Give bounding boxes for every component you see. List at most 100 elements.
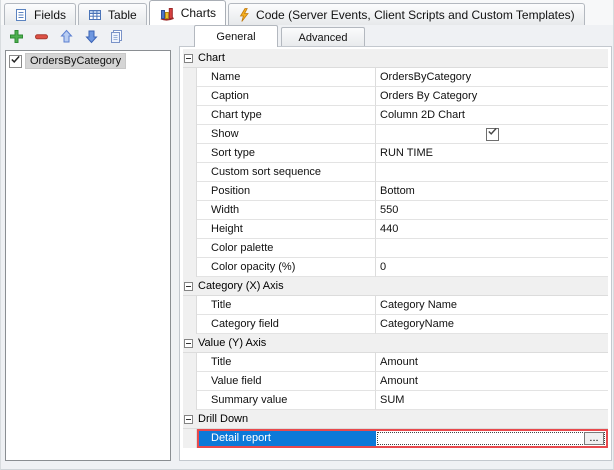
show-checkbox[interactable] <box>486 128 499 141</box>
move-down-button[interactable] <box>83 31 99 47</box>
chart-item-checkbox[interactable] <box>9 55 22 68</box>
fields-icon <box>14 8 28 22</box>
property-row-name[interactable]: Name OrdersByCategory <box>183 68 608 87</box>
copy-chart-button[interactable] <box>108 31 124 47</box>
property-row-category-field[interactable]: Category field CategoryName <box>183 315 608 334</box>
table-icon <box>88 8 102 22</box>
group-label: Value (Y) Axis <box>198 337 266 349</box>
chart-item-label[interactable]: OrdersByCategory <box>25 53 126 69</box>
property-row-sort-type[interactable]: Sort type RUN TIME <box>183 144 608 163</box>
property-value[interactable]: SUM <box>376 391 608 410</box>
property-value[interactable]: Amount <box>376 372 608 391</box>
chart-list-toolbar <box>8 30 124 47</box>
property-row-height[interactable]: Height 440 <box>183 220 608 239</box>
tab-table[interactable]: Table <box>78 3 147 25</box>
tab-charts[interactable]: Charts <box>149 0 226 25</box>
tab-general-label: General <box>216 31 255 43</box>
property-value[interactable]: 0 <box>376 258 608 277</box>
property-row-color-palette[interactable]: Color palette <box>183 239 608 258</box>
row-indent <box>183 144 197 163</box>
property-label: Sort type <box>197 144 376 163</box>
row-indent <box>183 258 197 277</box>
property-value[interactable]: RUN TIME <box>376 144 608 163</box>
detail-report-highlight: Detail report ... <box>197 429 608 448</box>
remove-chart-button[interactable] <box>33 31 49 47</box>
row-indent <box>183 201 197 220</box>
property-row-detail-report[interactable]: Detail report ... <box>183 429 608 448</box>
row-indent <box>183 87 197 106</box>
property-value[interactable]: Column 2D Chart <box>376 106 608 125</box>
tab-code-label: Code (Server Events, Client Scripts and … <box>256 8 575 22</box>
tab-advanced-label: Advanced <box>299 32 348 44</box>
property-tabbar: General Advanced <box>179 25 368 47</box>
detail-report-editor[interactable]: ... <box>376 431 606 446</box>
charts-icon <box>159 6 175 21</box>
group-header-category-x-axis[interactable]: Category (X) Axis <box>183 277 608 296</box>
property-row-position[interactable]: Position Bottom <box>183 182 608 201</box>
property-row-y-title[interactable]: Title Amount <box>183 353 608 372</box>
property-row-color-opacity[interactable]: Color opacity (%) 0 <box>183 258 608 277</box>
tab-fields-label: Fields <box>34 8 66 22</box>
group-header-drill-down[interactable]: Drill Down <box>183 410 608 429</box>
group-header-value-y-axis[interactable]: Value (Y) Axis <box>183 334 608 353</box>
property-label: Color palette <box>197 239 376 258</box>
property-value[interactable]: OrdersByCategory <box>376 68 608 87</box>
property-label[interactable]: Detail report <box>199 431 376 446</box>
tab-fields[interactable]: Fields <box>4 3 76 25</box>
property-label: Width <box>197 201 376 220</box>
add-chart-button[interactable] <box>8 31 24 47</box>
group-label: Chart <box>198 52 225 64</box>
property-row-value-field[interactable]: Value field Amount <box>183 372 608 391</box>
property-label: Height <box>197 220 376 239</box>
property-label: Category field <box>197 315 376 334</box>
property-value[interactable]: 440 <box>376 220 608 239</box>
row-indent <box>183 429 197 448</box>
arrow-down-icon <box>84 29 99 49</box>
property-value[interactable]: Bottom <box>376 182 608 201</box>
copy-icon <box>109 29 124 49</box>
property-row-summary-value[interactable]: Summary value SUM <box>183 391 608 410</box>
row-indent <box>183 182 197 201</box>
tab-advanced[interactable]: Advanced <box>281 27 365 47</box>
property-value[interactable]: 550 <box>376 201 608 220</box>
collapse-icon[interactable] <box>184 282 193 291</box>
minus-icon <box>34 29 49 49</box>
property-grid: Chart Name OrdersByCategory Caption Orde… <box>183 49 608 448</box>
property-row-show[interactable]: Show <box>183 125 608 144</box>
move-up-button[interactable] <box>58 31 74 47</box>
row-indent <box>183 239 197 258</box>
property-label: Summary value <box>197 391 376 410</box>
property-label: Caption <box>197 87 376 106</box>
chart-list[interactable]: OrdersByCategory <box>5 50 171 461</box>
tab-charts-label: Charts <box>181 6 216 20</box>
collapse-icon[interactable] <box>184 54 193 63</box>
ellipsis-button[interactable]: ... <box>584 432 604 445</box>
property-page: Chart Name OrdersByCategory Caption Orde… <box>179 46 612 461</box>
tab-general[interactable]: General <box>194 25 278 47</box>
group-header-chart[interactable]: Chart <box>183 49 608 68</box>
property-row-custom-sort-sequence[interactable]: Custom sort sequence <box>183 163 608 182</box>
collapse-icon[interactable] <box>184 415 193 424</box>
property-value[interactable] <box>376 163 608 182</box>
main-tabbar: Fields Table Charts Code (Server Events,… <box>1 0 613 25</box>
property-value[interactable]: Amount <box>376 353 608 372</box>
property-label: Name <box>197 68 376 87</box>
property-value[interactable]: Orders By Category <box>376 87 608 106</box>
property-row-chart-type[interactable]: Chart type Column 2D Chart <box>183 106 608 125</box>
code-icon <box>238 8 250 22</box>
tab-table-label: Table <box>108 8 137 22</box>
property-value[interactable]: Category Name <box>376 296 608 315</box>
chart-list-item[interactable]: OrdersByCategory <box>6 52 170 70</box>
property-label: Title <box>197 296 376 315</box>
property-row-x-title[interactable]: Title Category Name <box>183 296 608 315</box>
property-row-caption[interactable]: Caption Orders By Category <box>183 87 608 106</box>
row-indent <box>183 220 197 239</box>
property-value[interactable] <box>376 239 608 258</box>
row-indent <box>183 391 197 410</box>
property-row-width[interactable]: Width 550 <box>183 201 608 220</box>
arrow-up-icon <box>59 29 74 49</box>
property-value[interactable]: CategoryName <box>376 315 608 334</box>
collapse-icon[interactable] <box>184 339 193 348</box>
app-window: Fields Table Charts Code (Server Events,… <box>0 0 614 470</box>
tab-code[interactable]: Code (Server Events, Client Scripts and … <box>228 3 585 25</box>
